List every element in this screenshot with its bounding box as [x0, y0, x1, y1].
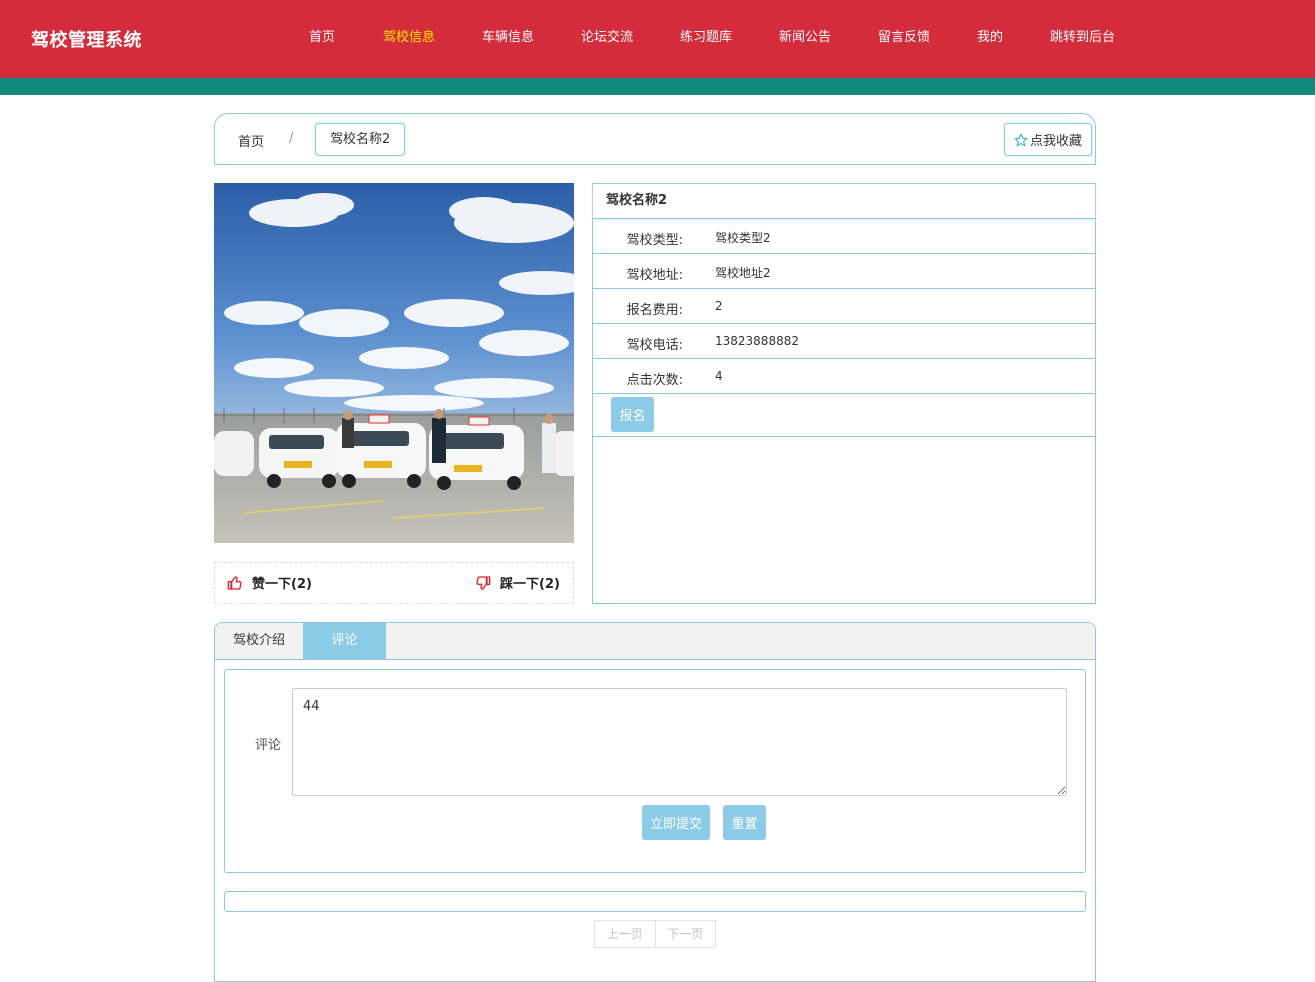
signup-row: 报名 [593, 394, 1095, 437]
dislike-button[interactable]: 踩一下(2) [475, 573, 560, 592]
nav-admin[interactable]: 跳转到后台 [1050, 26, 1115, 45]
detail-row-phone: 驾校电话: 13823888882 [593, 324, 1095, 359]
nav-home[interactable]: 首页 [309, 26, 335, 45]
detail-label: 报名费用: [626, 303, 683, 318]
school-details: 驾校名称2 驾校类型: 驾校类型2 驾校地址: 驾校地址2 报名费用: 2 驾校… [592, 183, 1096, 604]
top-header: 驾校管理系统 首页 驾校信息 车辆信息 论坛交流 练习题库 新闻公告 留言反馈 … [0, 0, 1315, 78]
nav-question-bank[interactable]: 练习题库 [680, 26, 732, 45]
thumbs-down-icon [476, 575, 491, 590]
favorite-label: 点我收藏 [1029, 134, 1082, 149]
breadcrumb-separator: / [289, 131, 294, 146]
nav-mine[interactable]: 我的 [977, 26, 1003, 45]
next-page-button[interactable]: 下一页 [656, 921, 716, 947]
favorite-button[interactable]: 点我收藏 [1004, 123, 1092, 156]
star-icon [1014, 133, 1028, 146]
breadcrumb-current: 驾校名称2 [315, 123, 406, 156]
detail-row-clicks: 点击次数: 4 [593, 359, 1095, 394]
comment-textarea[interactable]: 44 [292, 688, 1067, 796]
signup-button[interactable]: 报名 [611, 397, 654, 432]
header-stripe [0, 78, 1315, 95]
detail-label: 驾校地址: [626, 268, 683, 283]
detail-value: 驾校类型2 [715, 231, 771, 245]
nav-news[interactable]: 新闻公告 [779, 26, 831, 45]
detail-row-address: 驾校地址: 驾校地址2 [593, 254, 1095, 289]
nav-feedback[interactable]: 留言反馈 [878, 26, 930, 45]
detail-row-fee: 报名费用: 2 [593, 289, 1095, 324]
submit-button[interactable]: 立即提交 [642, 805, 710, 840]
nav-school-info[interactable]: 驾校信息 [383, 26, 435, 45]
like-button[interactable]: 赞一下(2) [227, 573, 312, 592]
detail-value: 13823888882 [715, 334, 799, 348]
school-photo [214, 183, 574, 543]
like-label: 赞一下(2) [252, 577, 312, 592]
comment-form: 评论 44 立即提交 重置 [224, 669, 1086, 873]
detail-value: 驾校地址2 [715, 266, 771, 280]
tab-comment[interactable]: 评论 [303, 623, 386, 660]
main-nav: 首页 驾校信息 车辆信息 论坛交流 练习题库 新闻公告 留言反馈 我的 跳转到后… [0, 26, 1315, 46]
tab-bar: 驾校介绍 评论 [215, 623, 1095, 660]
comment-label: 评论 [255, 738, 282, 753]
detail-label: 驾校电话: [626, 338, 683, 353]
pagination: 上一页 下一页 [594, 920, 716, 948]
breadcrumb-home[interactable]: 首页 [238, 131, 264, 150]
details-title: 驾校名称2 [593, 184, 1095, 219]
reset-button[interactable]: 重置 [723, 805, 766, 840]
tabs-panel: 驾校介绍 评论 评论 44 立即提交 重置 上一页 下一页 [214, 622, 1096, 982]
detail-value: 4 [715, 369, 723, 383]
nav-vehicle-info[interactable]: 车辆信息 [482, 26, 534, 45]
dislike-label: 踩一下(2) [500, 577, 560, 592]
detail-value: 2 [715, 299, 723, 313]
nav-forum[interactable]: 论坛交流 [581, 26, 633, 45]
detail-label: 点击次数: [626, 373, 683, 388]
thumbs-up-icon [227, 575, 242, 590]
breadcrumb: 首页 / 驾校名称2 点我收藏 [214, 113, 1096, 165]
detail-label: 驾校类型: [626, 233, 683, 248]
vote-bar: 赞一下(2) 踩一下(2) [214, 562, 574, 604]
prev-page-button[interactable]: 上一页 [595, 921, 656, 947]
detail-row-type: 驾校类型: 驾校类型2 [593, 219, 1095, 254]
comment-list [224, 891, 1086, 912]
tab-intro[interactable]: 驾校介绍 [215, 623, 303, 660]
